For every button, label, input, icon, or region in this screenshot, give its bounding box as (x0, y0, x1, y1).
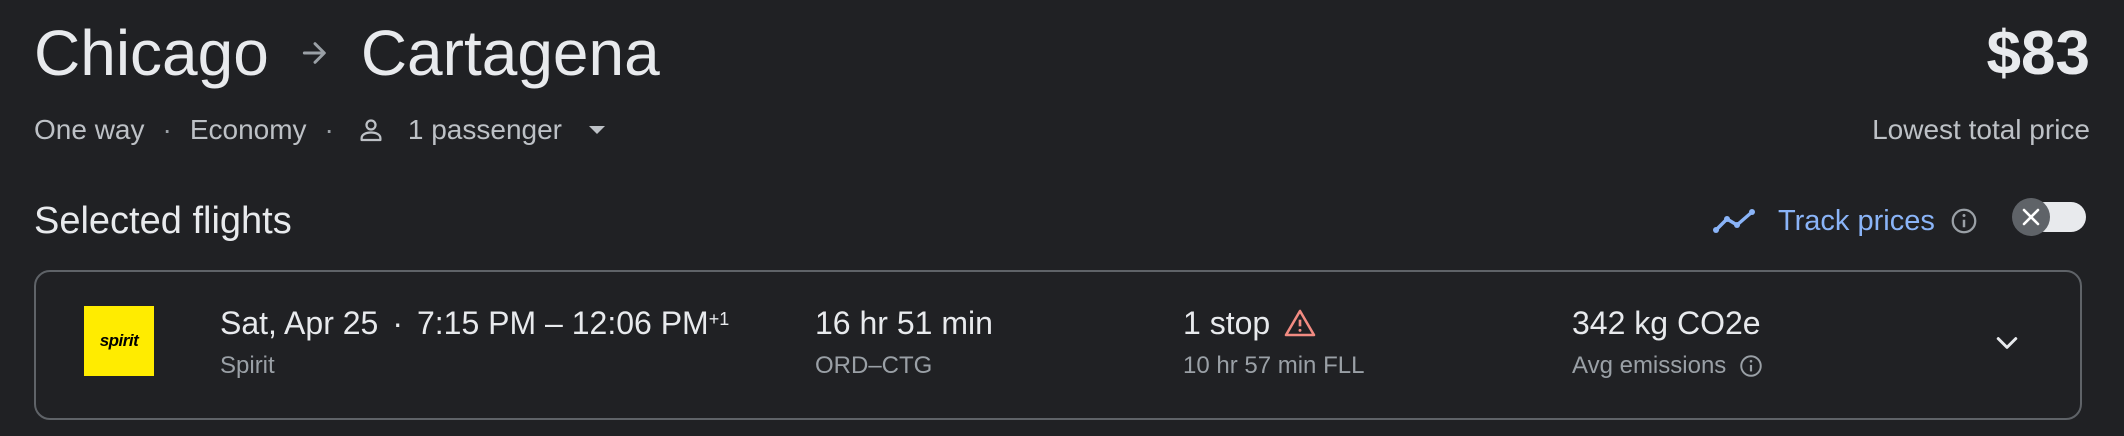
separator-dot: · (162, 114, 172, 145)
stop-count: 1 stop (1183, 304, 1271, 341)
warning-icon (1284, 308, 1316, 338)
separator-dot: · (392, 304, 403, 341)
day-offset: +1 (708, 308, 730, 329)
departure-info: Sat, Apr 25 · 7:15 PM – 12:06 PM +1 (220, 302, 729, 344)
passenger-count: 1 passenger (407, 114, 562, 145)
price-caption: Lowest total price (1872, 114, 2090, 145)
info-icon[interactable] (1738, 353, 1764, 379)
emissions-label-row: Avg emissions (1572, 350, 1764, 382)
destination-city: Cartagena (360, 17, 660, 89)
expand-flight-button[interactable] (1990, 326, 2024, 360)
person-icon (356, 115, 386, 145)
passenger-dropdown[interactable]: 1 passenger (408, 114, 606, 146)
trending-icon (1712, 208, 1756, 234)
route-title: Chicago Cartagena (34, 12, 660, 94)
section-title: Selected flights (34, 199, 292, 242)
flight-date: Sat, Apr 25 (220, 304, 379, 341)
emissions-value: 342 kg CO2e (1572, 304, 1761, 341)
track-prices-toggle[interactable] (2012, 198, 2086, 236)
track-prices-label: Track prices (1778, 204, 1935, 237)
caret-down-icon (588, 125, 606, 135)
flight-duration: 16 hr 51 min (815, 304, 993, 341)
trip-type: One way (34, 114, 145, 145)
chevron-down-icon (1992, 328, 2022, 358)
separator-dot: · (324, 114, 334, 145)
arrow-right-icon (299, 37, 331, 69)
close-icon (2012, 198, 2050, 236)
flight-card[interactable] (34, 270, 2082, 420)
flight-times: 7:15 PM – 12:06 PM (416, 304, 709, 341)
lowest-price: $83 (1986, 18, 2090, 88)
airline-logo: spirit (84, 306, 154, 376)
route-codes: ORD–CTG (815, 352, 933, 379)
airline-logo-text: spirit (99, 331, 139, 350)
airline-name: Spirit (220, 352, 275, 379)
info-icon[interactable] (1949, 206, 1979, 236)
origin-city: Chicago (34, 17, 269, 89)
emissions-label: Avg emissions (1572, 352, 1727, 379)
cabin-class: Economy (189, 114, 307, 145)
trip-options: One way · Economy · 1 passenger (34, 110, 606, 150)
layover-info: 10 hr 57 min FLL (1183, 352, 1365, 379)
track-prices[interactable]: Track prices (1712, 200, 1979, 242)
stops-info: 1 stop (1183, 302, 1316, 344)
